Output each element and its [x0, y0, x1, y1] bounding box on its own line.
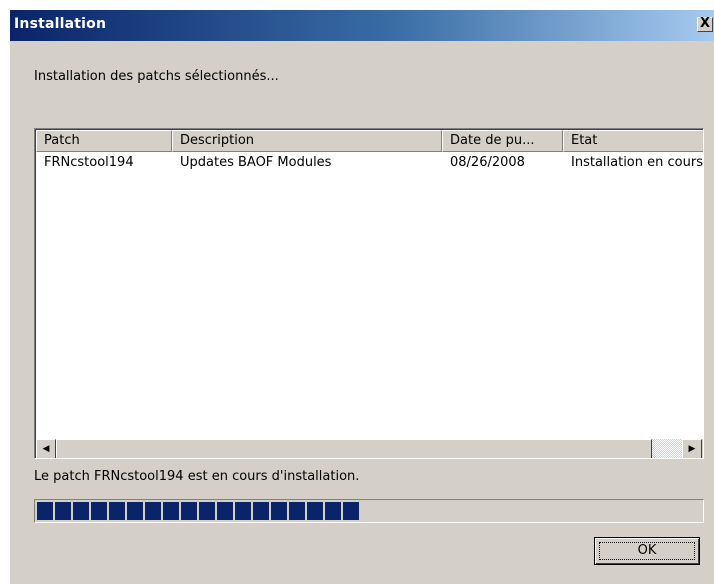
close-button[interactable]: X — [697, 17, 713, 32]
close-icon: X — [699, 16, 711, 31]
column-header-etat[interactable]: Etat — [563, 130, 703, 152]
cell-description: Updates BAOF Modules — [180, 155, 332, 170]
arrow-left-icon: ◀ — [42, 444, 50, 454]
instruction-text: Installation des patchs sélectionnés... — [34, 69, 279, 84]
column-header-date[interactable]: Date de pu... — [442, 130, 563, 152]
installation-dialog: Installation X Installation des patchs s… — [10, 10, 714, 584]
horizontal-scrollbar[interactable]: ◀ ▶ — [36, 439, 703, 458]
list-header: Patch Description Date de pu... Etat — [36, 130, 703, 152]
cell-patch: FRNcstool194 — [44, 155, 134, 170]
title-bar[interactable]: Installation X — [10, 10, 714, 41]
cell-date: 08/26/2008 — [450, 155, 525, 170]
arrow-right-icon: ▶ — [688, 444, 696, 454]
progress-bar — [34, 499, 704, 523]
window-title: Installation — [14, 16, 107, 32]
table-row[interactable]: FRNcstool194 Updates BAOF Modules 08/26/… — [36, 153, 703, 173]
scroll-track[interactable] — [652, 439, 682, 458]
scroll-left-button[interactable]: ◀ — [36, 439, 56, 458]
progress-fill — [37, 502, 359, 520]
status-text: Le patch FRNcstool194 est en cours d'ins… — [34, 469, 360, 484]
patch-list[interactable]: Patch Description Date de pu... Etat FRN… — [34, 128, 704, 459]
cell-etat: Installation en cours — [571, 155, 703, 170]
ok-button[interactable]: OK — [594, 537, 700, 565]
column-header-description[interactable]: Description — [172, 130, 442, 152]
ok-button-label: OK — [637, 543, 657, 558]
column-header-patch[interactable]: Patch — [36, 130, 172, 152]
scroll-right-button[interactable]: ▶ — [682, 439, 702, 458]
scroll-thumb[interactable] — [56, 439, 652, 458]
